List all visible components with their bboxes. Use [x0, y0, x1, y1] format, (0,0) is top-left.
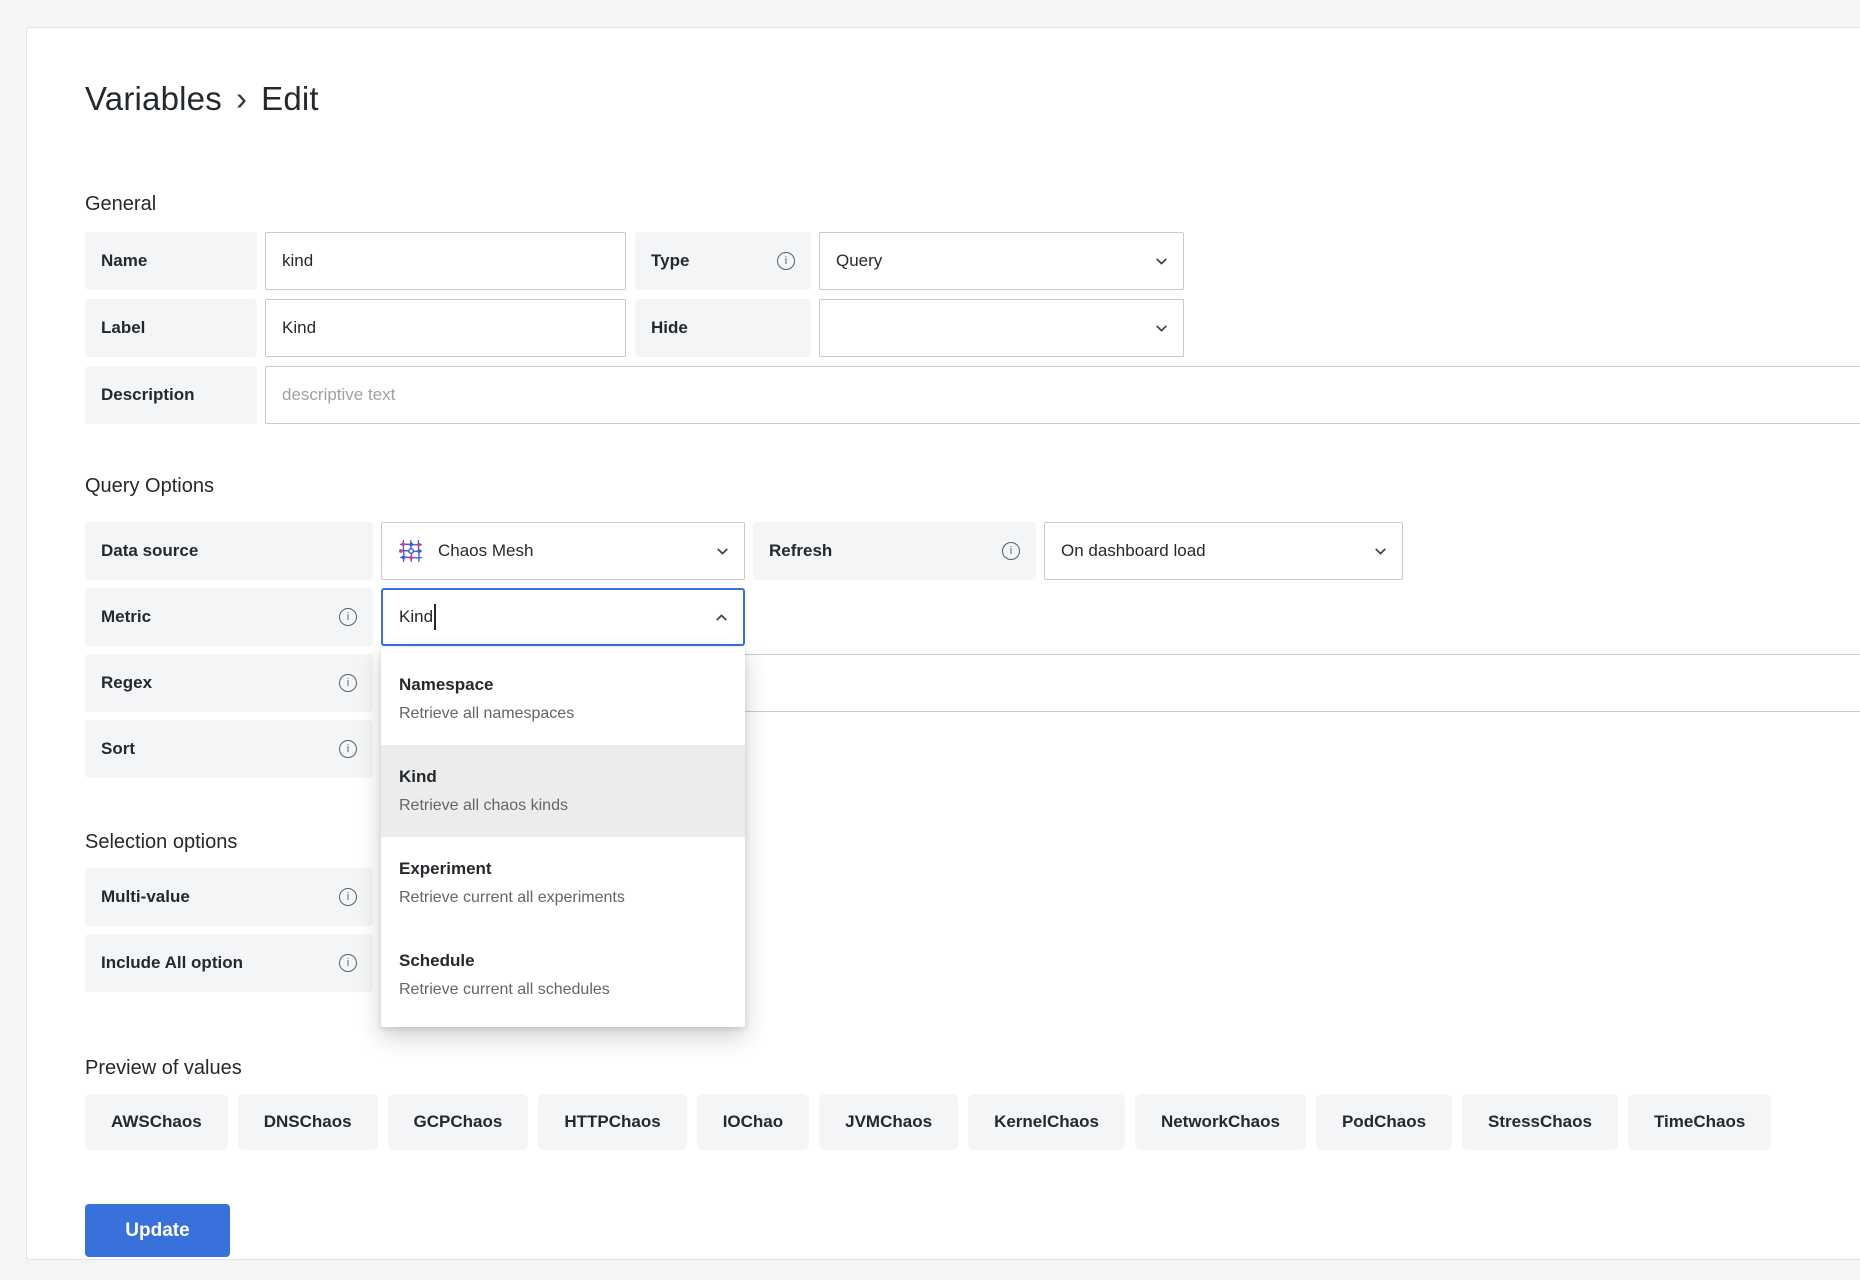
preview-chip: AWSChaos: [85, 1094, 228, 1150]
preview-heading: Preview of values: [85, 1056, 1860, 1080]
multi-value-row: Multi-value i: [85, 868, 1860, 926]
description-label: Description: [85, 366, 257, 424]
preview-chip: JVMChaos: [819, 1094, 958, 1150]
preview-chip: PodChaos: [1316, 1094, 1452, 1150]
metric-label: Metric i: [85, 588, 373, 646]
breadcrumb-variables: Variables: [85, 80, 222, 117]
dropdown-item-experiment[interactable]: Experiment Retrieve current all experime…: [381, 837, 745, 929]
regex-row: Regex i: [85, 654, 1860, 712]
page-title: Variables › Edit: [85, 78, 1860, 120]
chevron-down-icon: [715, 544, 730, 559]
hide-select[interactable]: [819, 299, 1184, 357]
type-info-icon[interactable]: i: [777, 252, 795, 270]
preview-chip: NetworkChaos: [1135, 1094, 1306, 1150]
sort-row: Sort i: [85, 720, 1860, 778]
chevron-down-icon: [1154, 254, 1169, 269]
preview-chip: IOChao: [697, 1094, 809, 1150]
text-cursor: [434, 604, 436, 630]
name-type-row: Name Type i Query: [85, 232, 1860, 290]
refresh-info-icon[interactable]: i: [1002, 542, 1020, 560]
query-options-heading: Query Options: [85, 474, 1860, 498]
name-input[interactable]: [265, 232, 626, 290]
sort-info-icon[interactable]: i: [339, 740, 357, 758]
preview-chip: GCPChaos: [388, 1094, 529, 1150]
include-all-info-icon[interactable]: i: [339, 954, 357, 972]
metric-info-icon[interactable]: i: [339, 608, 357, 626]
label-hide-row: Label Hide: [85, 299, 1860, 357]
preview-chip: StressChaos: [1462, 1094, 1618, 1150]
breadcrumb-separator: ›: [236, 80, 247, 117]
breadcrumb-edit: Edit: [261, 80, 319, 117]
type-select[interactable]: Query: [819, 232, 1184, 290]
multi-value-label: Multi-value i: [85, 868, 373, 926]
metric-dropdown: Namespace Retrieve all namespaces Kind R…: [381, 647, 745, 1027]
chevron-down-icon: [1154, 321, 1169, 336]
metric-combobox[interactable]: Kind: [381, 588, 745, 646]
data-source-label: Data source: [85, 522, 373, 580]
preview-chip: HTTPChaos: [538, 1094, 686, 1150]
metric-row: Metric i Kind Namespace Retrieve: [85, 588, 1860, 646]
sort-label: Sort i: [85, 720, 373, 778]
chevron-up-icon[interactable]: [714, 610, 729, 625]
chevron-down-icon: [1373, 544, 1388, 559]
data-source-select[interactable]: Chaos Mesh: [381, 522, 745, 580]
regex-label: Regex i: [85, 654, 373, 712]
hide-label: Hide: [635, 299, 811, 357]
metric-value: Kind: [399, 607, 433, 627]
data-source-row: Data source: [85, 522, 1860, 580]
label-input[interactable]: [265, 299, 626, 357]
refresh-select[interactable]: On dashboard load: [1044, 522, 1403, 580]
dropdown-item-namespace[interactable]: Namespace Retrieve all namespaces: [381, 653, 745, 745]
label-label: Label: [85, 299, 257, 357]
multi-value-info-icon[interactable]: i: [339, 888, 357, 906]
regex-info-icon[interactable]: i: [339, 674, 357, 692]
preview-chip: KernelChaos: [968, 1094, 1125, 1150]
dropdown-item-schedule[interactable]: Schedule Retrieve current all schedules: [381, 929, 745, 1021]
preview-values: AWSChaos DNSChaos GCPChaos HTTPChaos IOC…: [85, 1094, 1860, 1160]
dropdown-item-kind[interactable]: Kind Retrieve all chaos kinds: [381, 745, 745, 837]
description-row: Description: [85, 366, 1860, 424]
chaos-mesh-logo-icon: [398, 538, 424, 564]
update-button[interactable]: Update: [85, 1204, 230, 1257]
description-input[interactable]: [265, 366, 1860, 424]
name-label: Name: [85, 232, 257, 290]
include-all-row: Include All option i: [85, 934, 1860, 992]
variables-edit-panel: Variables › Edit General Name Type i Query…: [26, 27, 1860, 1260]
type-label: Type i: [635, 232, 811, 290]
preview-chip: DNSChaos: [238, 1094, 378, 1150]
general-heading: General: [85, 192, 1860, 216]
preview-chip: TimeChaos: [1628, 1094, 1771, 1150]
selection-options-heading: Selection options: [85, 830, 1860, 854]
include-all-label: Include All option i: [85, 934, 373, 992]
refresh-label: Refresh i: [753, 522, 1036, 580]
